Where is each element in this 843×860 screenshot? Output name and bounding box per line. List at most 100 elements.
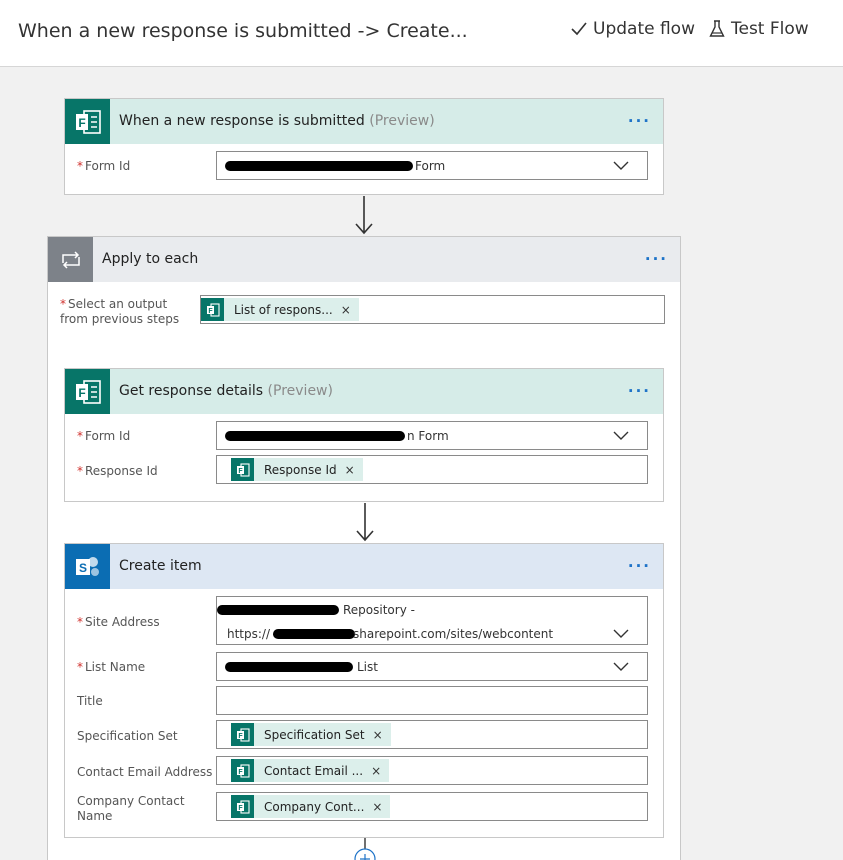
update-flow-button[interactable]: Update flow <box>571 19 695 39</box>
forms-icon: F <box>65 99 110 144</box>
loop-icon <box>48 237 93 282</box>
form-id-label: * Form Id <box>77 159 131 173</box>
form-id-dropdown[interactable]: Form <box>216 151 648 180</box>
sharepoint-icon: S <box>65 544 110 589</box>
response-id-label: * Response Id <box>77 464 158 478</box>
svg-text:F: F <box>238 468 243 475</box>
get-response-details-header[interactable]: F Get response details (Preview) ··· <box>65 369 663 414</box>
checkmark-icon <box>571 22 587 36</box>
create-item-title: Create item <box>119 558 202 574</box>
flow-arrow-icon <box>356 503 374 542</box>
forms-icon: F <box>231 458 254 481</box>
trigger-title-text: When a new response is submitted <box>119 113 365 129</box>
forms-icon: F <box>231 723 254 746</box>
create-item-card: S Create item ··· * Site Address Reposito… <box>64 543 664 838</box>
title-label: Title <box>77 694 103 708</box>
response-id-field[interactable]: F Response Id × <box>216 455 648 484</box>
flask-icon <box>709 20 725 37</box>
create-item-header[interactable]: S Create item ··· <box>65 544 663 589</box>
list-name-value: List <box>357 660 378 674</box>
remove-token-icon[interactable]: × <box>372 800 382 814</box>
trigger-card: F When a new response is submitted (Prev… <box>64 98 664 195</box>
token-list-of-responses[interactable]: F List of respons... × <box>201 298 359 321</box>
chevron-down-icon <box>613 161 629 170</box>
flow-arrow-icon <box>355 196 373 235</box>
select-output-label-2: from previous steps <box>60 312 180 326</box>
form-id-value: n Form <box>407 429 449 443</box>
apply-to-each-card: Apply to each ··· * Select an output from … <box>47 236 681 860</box>
response-id-label-text: Response Id <box>85 464 158 478</box>
forms-icon: F <box>201 298 224 321</box>
specification-set-label: Specification Set <box>77 729 178 743</box>
remove-token-icon[interactable]: × <box>371 764 381 778</box>
company-contact-label-1: Company Contact <box>77 794 185 808</box>
redaction-mark <box>273 629 355 639</box>
select-output-field[interactable]: F List of respons... × <box>200 295 665 324</box>
more-options-button[interactable]: ··· <box>628 112 651 130</box>
forms-icon: F <box>65 369 110 414</box>
company-contact-label-2: Name <box>77 809 113 823</box>
form-id-dropdown[interactable]: n Form <box>216 421 648 450</box>
specification-set-field[interactable]: F Specification Set × <box>216 720 648 749</box>
token-label: Specification Set <box>264 727 365 742</box>
trigger-card-header[interactable]: F When a new response is submitted (Prev… <box>65 99 663 144</box>
form-id-value: Form <box>415 159 446 173</box>
more-options-button[interactable]: ··· <box>628 382 651 400</box>
svg-text:S: S <box>78 561 86 575</box>
title-field[interactable] <box>216 686 648 715</box>
chevron-down-icon <box>613 662 629 671</box>
top-bar: When a new response is submitted -> Crea… <box>0 0 843 67</box>
remove-token-icon[interactable]: × <box>373 728 383 742</box>
chevron-down-icon <box>613 629 629 638</box>
preview-tag: (Preview) <box>369 113 435 129</box>
company-contact-field[interactable]: F Company Cont... × <box>216 792 648 821</box>
token-label: Response Id <box>264 462 337 477</box>
plus-circle-icon[interactable] <box>353 847 377 860</box>
trigger-title: When a new response is submitted (Previe… <box>119 113 435 129</box>
select-output-label: * Select an output from previous steps <box>60 297 180 326</box>
form-id-label-text: Form Id <box>85 159 131 173</box>
site-address-label-text: Site Address <box>85 615 160 629</box>
token-contact-email[interactable]: F Contact Email ... × <box>231 759 390 782</box>
svg-text:F: F <box>208 308 213 315</box>
redaction-mark <box>225 662 353 672</box>
redaction-mark <box>225 431 405 441</box>
list-name-dropdown[interactable]: List <box>216 652 648 681</box>
form-id-label: * Form Id <box>77 429 131 443</box>
svg-text:F: F <box>238 733 243 740</box>
token-label: Company Cont... <box>264 799 365 814</box>
svg-text:F: F <box>238 769 243 776</box>
test-flow-label: Test Flow <box>731 19 809 39</box>
redaction-mark <box>225 161 413 171</box>
token-label: List of respons... <box>234 302 333 317</box>
token-company-contact[interactable]: F Company Cont... × <box>231 795 391 818</box>
chevron-down-icon <box>613 431 629 440</box>
remove-token-icon[interactable]: × <box>341 303 351 317</box>
token-response-id[interactable]: F Response Id × <box>231 458 363 481</box>
svg-text:F: F <box>78 116 85 130</box>
more-options-button[interactable]: ··· <box>645 250 668 268</box>
more-options-button[interactable]: ··· <box>628 557 651 575</box>
site-address-label: * Site Address <box>77 615 160 629</box>
contact-email-field[interactable]: F Contact Email ... × <box>216 756 648 785</box>
flow-title: When a new response is submitted -> Crea… <box>18 20 468 42</box>
form-id-label-text: Form Id <box>85 429 131 443</box>
svg-text:F: F <box>78 386 85 400</box>
svg-text:F: F <box>238 805 243 812</box>
apply-to-each-header[interactable]: Apply to each ··· <box>48 237 680 282</box>
site-address-line1: Repository - <box>343 603 415 617</box>
apply-to-each-title: Apply to each <box>102 251 199 267</box>
get-response-details-title-text: Get response details <box>119 383 264 399</box>
token-specification-set[interactable]: F Specification Set × <box>231 723 391 746</box>
test-flow-button[interactable]: Test Flow <box>709 19 809 39</box>
list-name-label-text: List Name <box>85 660 146 674</box>
site-address-dropdown[interactable]: Repository - https:// sharepoint.com/sit… <box>216 596 648 645</box>
list-name-label: * List Name <box>77 660 146 674</box>
forms-icon: F <box>231 795 254 818</box>
site-address-line2-suffix: sharepoint.com/sites/webcontent <box>353 627 554 641</box>
site-address-line2-prefix: https:// <box>227 627 271 641</box>
preview-tag: (Preview) <box>267 383 333 399</box>
get-response-details-title: Get response details (Preview) <box>119 383 333 399</box>
remove-token-icon[interactable]: × <box>345 463 355 477</box>
get-response-details-card: F Get response details (Preview) ··· * Fo… <box>64 368 664 502</box>
